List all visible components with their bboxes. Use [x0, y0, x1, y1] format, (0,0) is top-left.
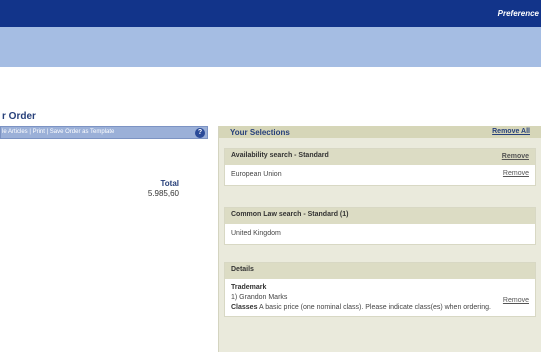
top-navigation-bar: Preference	[0, 0, 541, 27]
preferences-link[interactable]: Preference	[498, 9, 539, 18]
common-law-search-heading: Common Law search - Standard (1)	[225, 208, 535, 224]
details-heading: Details	[225, 263, 535, 279]
trademark-label: Trademark	[231, 284, 267, 291]
availability-search-remove-link[interactable]: Remove	[502, 153, 529, 160]
page-title: r Order	[2, 111, 36, 122]
classes-text: A basic price (one nominal class). Pleas…	[259, 304, 491, 311]
your-selections-title: Your Selections	[230, 128, 290, 137]
your-selections-panel: Your Selections Remove All Availability …	[218, 126, 541, 352]
availability-search-heading: Availability search - Standard Remove	[225, 149, 535, 165]
list-item: United Kingdom	[225, 224, 535, 244]
details-body: Trademark 1) Grandon Marks Remove Classe…	[225, 279, 535, 316]
european-union-remove-link[interactable]: Remove	[503, 170, 529, 177]
availability-search-title: Availability search - Standard	[231, 152, 329, 159]
sub-header-band	[0, 27, 541, 67]
availability-search-card: Availability search - Standard Remove Eu…	[224, 148, 536, 186]
common-law-search-card: Common Law search - Standard (1) United …	[224, 207, 536, 245]
list-item: European Union Remove	[225, 165, 535, 185]
order-toolbar: le Articles | Print | Save Order as Temp…	[0, 126, 208, 139]
classes-row: Classes A basic price (one nominal class…	[231, 304, 529, 311]
your-selections-header: Your Selections Remove All	[219, 126, 541, 138]
common-law-search-region: United Kingdom	[231, 230, 281, 237]
classes-label: Classes	[231, 304, 258, 311]
order-toolbar-links[interactable]: le Articles | Print | Save Order as Temp…	[2, 129, 114, 135]
trademark-item: 1) Grandon Marks	[231, 294, 288, 301]
total-label: Total	[160, 179, 179, 188]
total-value: 5.985,60	[147, 189, 179, 198]
question-circle-icon[interactable]: ?	[195, 128, 205, 138]
availability-search-region: European Union	[231, 171, 282, 178]
remove-all-link[interactable]: Remove All	[492, 128, 530, 135]
trademark-remove-link[interactable]: Remove	[503, 297, 529, 304]
details-card: Details Trademark 1) Grandon Marks Remov…	[224, 262, 536, 317]
